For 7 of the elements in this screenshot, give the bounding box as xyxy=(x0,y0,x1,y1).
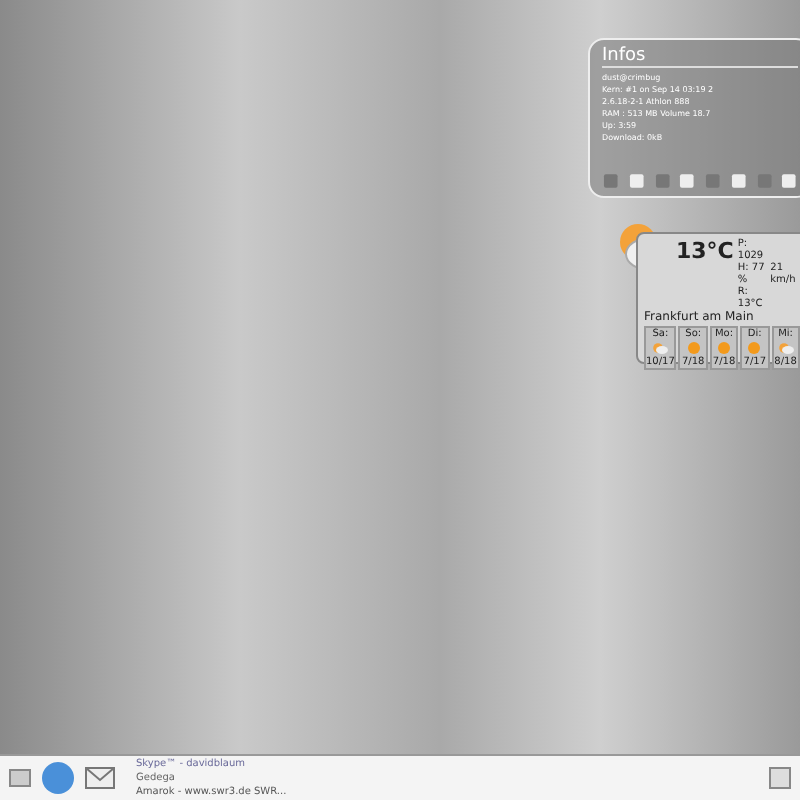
window-icon[interactable] xyxy=(768,766,792,790)
mail-icon[interactable] xyxy=(84,766,116,790)
cloud-icon xyxy=(777,340,794,356)
globe-icon[interactable] xyxy=(40,760,76,796)
panel-title: Infos xyxy=(602,46,798,68)
cloud-icon xyxy=(652,340,669,356)
temperature: 13°C xyxy=(676,238,734,268)
